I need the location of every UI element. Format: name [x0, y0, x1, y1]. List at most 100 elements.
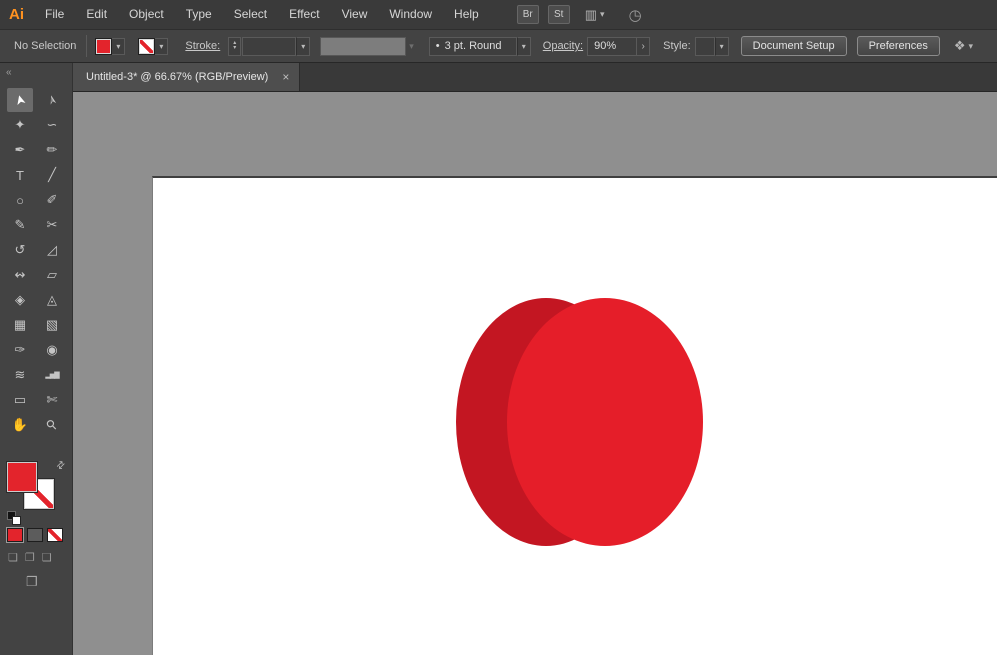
menu-file[interactable]: File [34, 0, 75, 29]
artboard-tool[interactable]: ▭ [7, 388, 33, 412]
blend-tool[interactable]: ◉ [39, 338, 65, 362]
magic-wand-tool[interactable]: ✦ [7, 113, 33, 137]
column-graph-tool[interactable]: ▂▅▇ [39, 363, 65, 387]
selection-tool-icon: ➤ [10, 92, 29, 108]
slice-tool[interactable]: ✄ [39, 388, 65, 412]
document-tab[interactable]: Untitled-3* @ 66.67% (RGB/Preview) × [73, 63, 301, 91]
brush-caret-icon[interactable]: ▾ [516, 36, 531, 56]
line-segment-tool[interactable]: ╱ [39, 163, 65, 187]
stroke-weight-stepper[interactable]: ▴ ▾ [228, 36, 242, 56]
draw-behind-icon[interactable]: ❐ [25, 551, 35, 564]
stepper-down-icon[interactable]: ▾ [233, 45, 236, 51]
workspace-caret-icon[interactable]: ▾ [600, 9, 605, 20]
tool-grid: ➤ ➢ ✦ ∽ ✒ ✏ T ╱ ○ ✐ ✎ ✂ ↺ ◿ ↭ ▱ ◈ ◬ ▦ ▧ … [0, 88, 72, 437]
apple-right-lobe[interactable] [507, 298, 703, 546]
shape-builder-tool-icon: ◈ [15, 292, 25, 307]
brush-name: 3 pt. Round [444, 40, 502, 52]
stroke-label[interactable]: Stroke: [185, 40, 220, 52]
apple-shape[interactable] [453, 296, 705, 548]
shape-builder-tool[interactable]: ◈ [7, 288, 33, 312]
swap-fill-stroke-icon[interactable]: ⇄ [54, 459, 68, 473]
menu-edit[interactable]: Edit [75, 0, 118, 29]
hand-tool[interactable]: ✋ [7, 413, 33, 437]
width-profile-caret-icon: ▾ [409, 40, 414, 51]
canvas-pasteboard[interactable] [74, 92, 997, 655]
document-setup-button[interactable]: Document Setup [740, 36, 847, 56]
pen-tool[interactable]: ✒ [7, 138, 33, 162]
scale-tool-icon: ◿ [47, 242, 57, 257]
brush-definition-combo[interactable]: • 3 pt. Round [428, 36, 517, 56]
app-logo: Ai [9, 6, 24, 23]
menu-select[interactable]: Select [223, 0, 278, 29]
free-transform-tool[interactable]: ▱ [39, 263, 65, 287]
screen-mode-icon[interactable]: ❒ [26, 574, 38, 590]
arrange-caret-icon[interactable]: ▾ [969, 41, 974, 52]
stock-button[interactable]: St [547, 5, 570, 24]
preferences-button[interactable]: Preferences [856, 36, 940, 56]
none-button[interactable] [47, 528, 63, 542]
panel-collapse-icon[interactable]: « [0, 63, 72, 78]
zoom-tool[interactable]: ⚲ [39, 413, 65, 437]
curvature-tool[interactable]: ✏ [39, 138, 65, 162]
type-tool[interactable]: T [7, 163, 33, 187]
scissors-tool[interactable]: ✂ [39, 213, 65, 237]
draw-normal-icon[interactable]: ❏ [8, 551, 18, 564]
width-tool[interactable]: ↭ [7, 263, 33, 287]
tab-close-icon[interactable]: × [282, 70, 289, 84]
menu-view[interactable]: View [331, 0, 379, 29]
curvature-tool-icon: ✏ [46, 142, 58, 157]
style-combo[interactable] [694, 36, 715, 56]
direct-selection-tool[interactable]: ➢ [39, 88, 65, 112]
drawing-mode-buttons: ❏ ❐ ❑ [8, 551, 52, 564]
gradient-tool[interactable]: ▧ [39, 313, 65, 337]
direct-selection-tool-icon: ➢ [42, 92, 61, 108]
selection-tool[interactable]: ➤ [7, 88, 33, 112]
mesh-tool[interactable]: ▦ [7, 313, 33, 337]
scissors-tool-icon: ✂ [46, 217, 58, 232]
rotate-tool[interactable]: ↺ [7, 238, 33, 262]
arrange-documents-icon[interactable]: ❖ [954, 38, 966, 54]
gradient-button[interactable] [27, 528, 43, 542]
opacity-label[interactable]: Opacity: [543, 40, 583, 52]
magic-wand-tool-icon: ✦ [14, 117, 26, 132]
opacity-input[interactable]: 90% [587, 36, 638, 56]
paintbrush-tool[interactable]: ✐ [39, 188, 65, 212]
width-tool-icon: ↭ [14, 267, 26, 282]
stroke-color-swatch[interactable] [138, 37, 156, 55]
sync-status-icon[interactable]: ◷ [629, 6, 642, 24]
document-tab-title: Untitled-3* @ 66.67% (RGB/Preview) [86, 71, 269, 83]
stroke-weight-combo[interactable] [242, 36, 297, 56]
bridge-button[interactable]: Br [516, 5, 539, 24]
eyedropper-tool[interactable]: ✑ [7, 338, 33, 362]
menu-help[interactable]: Help [443, 0, 490, 29]
ellipse-tool[interactable]: ○ [7, 188, 33, 212]
stroke-weight-caret-icon[interactable]: ▾ [296, 36, 311, 56]
symbol-sprayer-tool[interactable]: ≋ [7, 363, 33, 387]
fill-color-caret-icon[interactable]: ▾ [112, 37, 126, 55]
lasso-tool[interactable]: ∽ [39, 113, 65, 137]
workspace-switcher-icon[interactable]: ▥ [585, 0, 597, 29]
style-caret-icon[interactable]: ▾ [714, 36, 729, 56]
artboard[interactable] [152, 176, 997, 655]
scale-tool[interactable]: ◿ [39, 238, 65, 262]
color-button[interactable] [7, 528, 23, 542]
divider [86, 35, 88, 57]
width-profile-combo [320, 36, 407, 56]
zoom-tool-icon: ⚲ [42, 415, 61, 434]
menu-effect[interactable]: Effect [278, 0, 330, 29]
menu-object[interactable]: Object [118, 0, 175, 29]
perspective-grid-tool[interactable]: ◬ [39, 288, 65, 312]
color-mode-buttons [7, 528, 63, 542]
fill-color-swatch[interactable] [95, 37, 113, 55]
opacity-panel-arrow-icon[interactable]: › [637, 36, 651, 56]
stroke-color-caret-icon[interactable]: ▾ [155, 37, 169, 55]
lasso-tool-icon: ∽ [46, 117, 58, 132]
pencil-tool[interactable]: ✎ [7, 213, 33, 237]
menu-window[interactable]: Window [378, 0, 443, 29]
pen-tool-icon: ✒ [14, 142, 26, 157]
pencil-tool-icon: ✎ [14, 217, 26, 232]
default-fill-stroke-icon[interactable] [7, 511, 21, 525]
fill-swatch[interactable] [7, 462, 37, 492]
menu-type[interactable]: Type [175, 0, 223, 29]
draw-inside-icon[interactable]: ❑ [42, 551, 52, 564]
